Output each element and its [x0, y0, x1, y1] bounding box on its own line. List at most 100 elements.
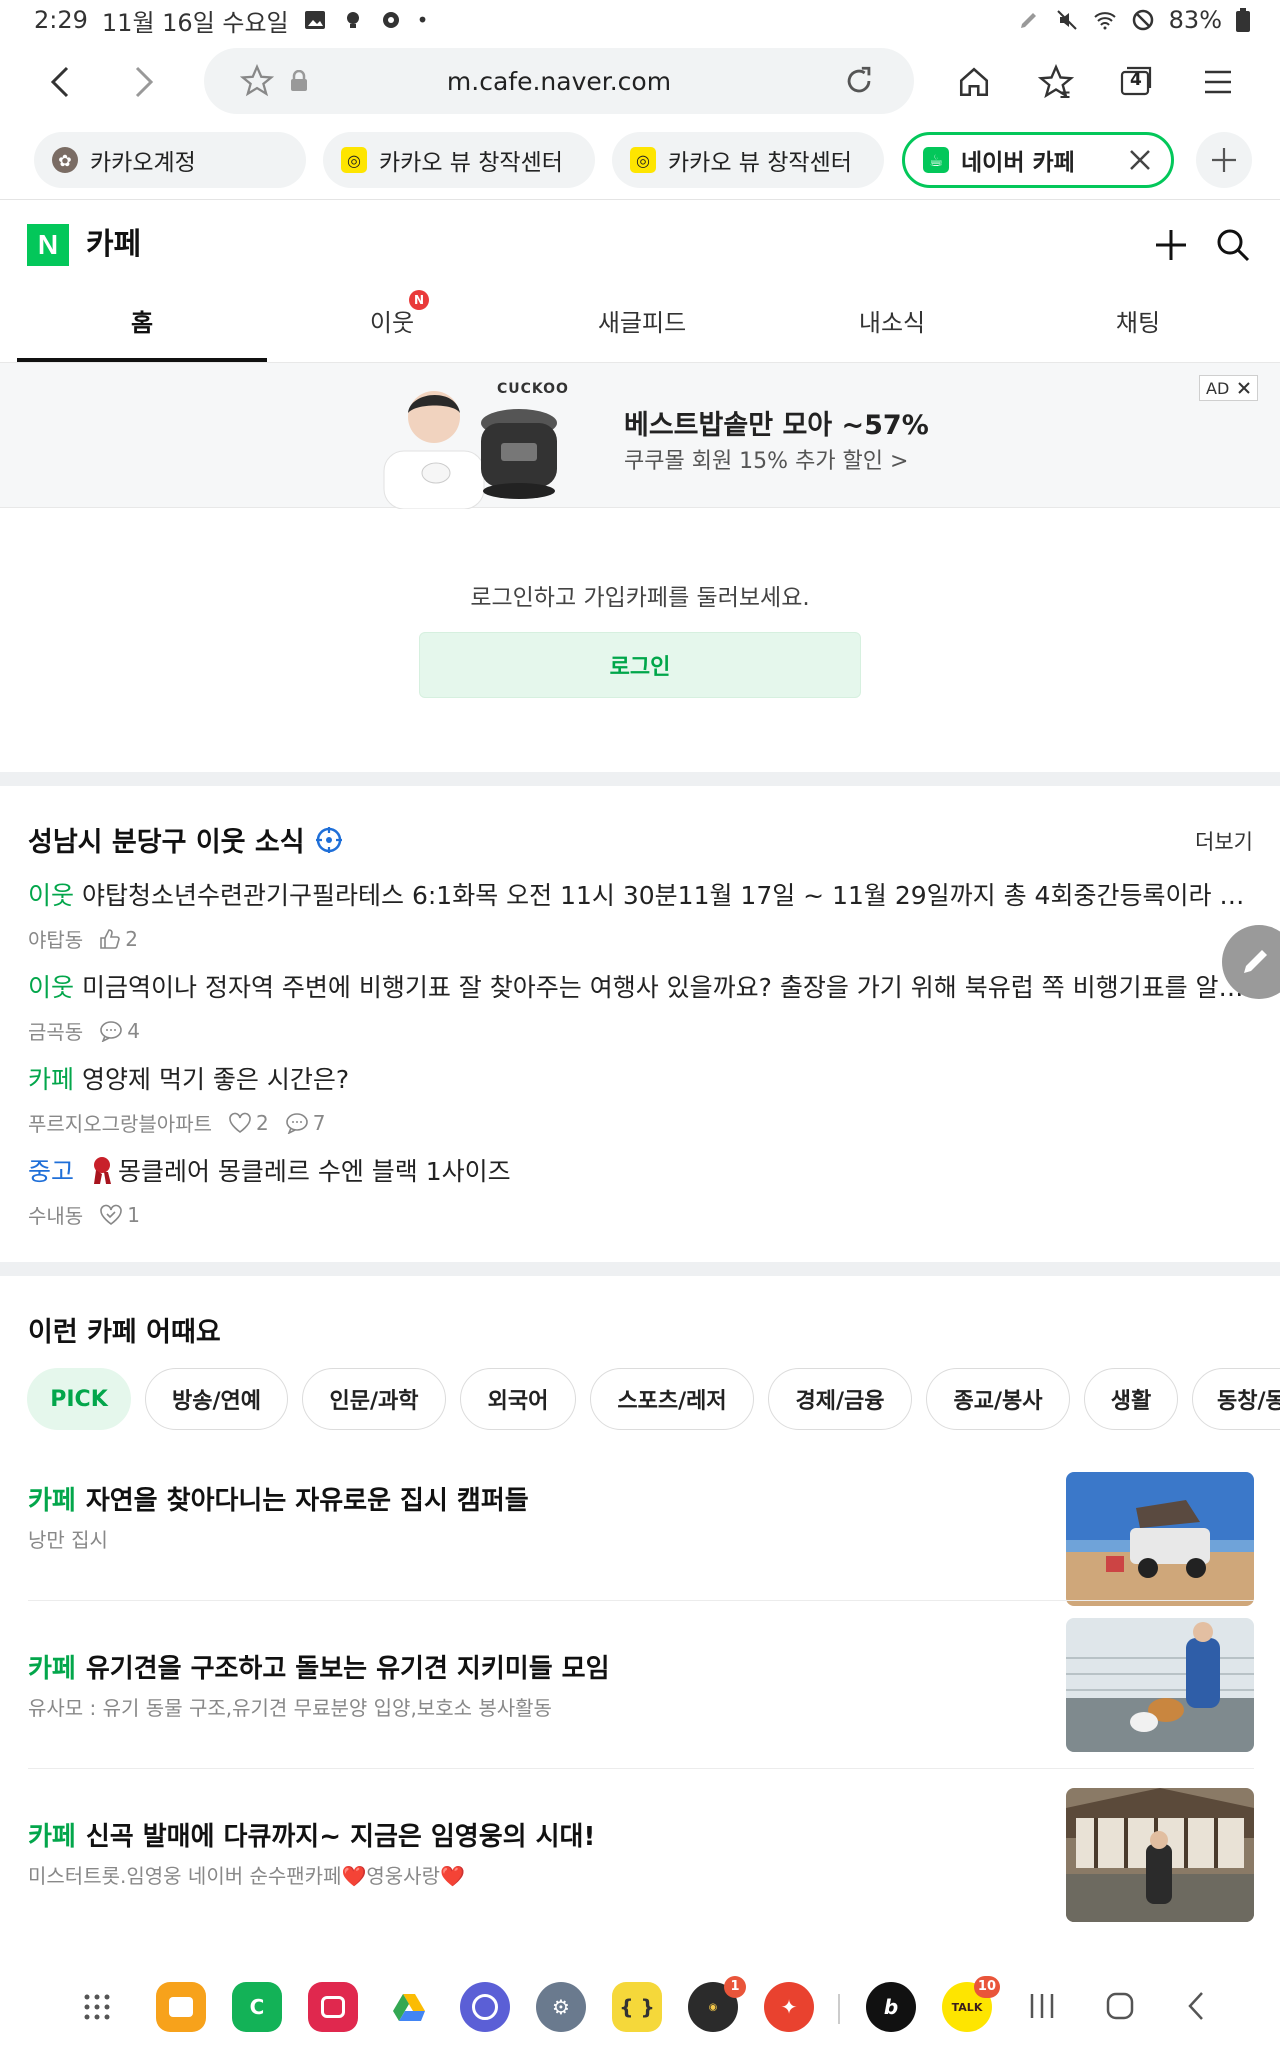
chip-broadcast[interactable]: 방송/연예: [145, 1368, 288, 1430]
kakao-center-app-icon[interactable]: ◉ 1: [688, 1976, 746, 2032]
cafe-tag: 카페: [28, 1822, 76, 1852]
chip-religion[interactable]: 종교/봉사: [926, 1368, 1070, 1430]
more-link[interactable]: 더보기: [1195, 826, 1253, 856]
section-separator: [0, 1262, 1280, 1276]
news-place: 금곡동: [28, 1020, 84, 1044]
chip-economy[interactable]: 경제/금융: [768, 1368, 912, 1430]
wifi-icon: [1093, 12, 1116, 30]
cafe-recommendation[interactable]: 카페 신곡 발매에 다큐까지~ 지금은 임영웅의 시대! 미스터트롯.임영웅 네이…: [0, 1788, 1280, 1976]
chip-humanities[interactable]: 인문/과학: [302, 1368, 446, 1430]
internet-app-icon[interactable]: [460, 1982, 510, 2032]
chip-foreign-language[interactable]: 외국어: [460, 1368, 576, 1430]
drive-app-icon[interactable]: [384, 1982, 434, 2032]
cafe-nav-tabs: 홈 이웃 N 새글피드 내소식 채팅: [0, 290, 1280, 362]
list-divider: [28, 1600, 1254, 1601]
tab-new-feed[interactable]: 새글피드: [517, 290, 767, 362]
ad-badge[interactable]: AD: [1199, 375, 1259, 401]
news-tag: 이웃: [28, 881, 75, 910]
settings-app-icon[interactable]: ⚙: [536, 1982, 586, 2032]
close-icon[interactable]: [1127, 147, 1153, 173]
search-button[interactable]: [1210, 222, 1256, 268]
news-place: 수내동: [28, 1204, 84, 1228]
news-item[interactable]: 이웃 야탑청소년수련관기구필라테스 6:1화목 오전 11시 30분11월 17일…: [28, 876, 1248, 953]
menu-button[interactable]: [1192, 56, 1244, 108]
ad-banner[interactable]: CUCKOO 베스트밥솥만 모아 ~57% 쿠쿠몰 회원 15% 추가 할인 >…: [0, 362, 1280, 509]
chip-pick[interactable]: PICK: [27, 1368, 131, 1430]
cafe-title: 유기견을 구조하고 돌보는 유기견 지키미들 모임: [85, 1654, 610, 1684]
home-square-icon: [1106, 1992, 1134, 2020]
neighbor-section-title: 성남시 분당구 이웃 소식: [28, 820, 343, 859]
bookmarks-star-icon: [1038, 64, 1074, 99]
cafe-thumbnail[interactable]: [1066, 1788, 1254, 1922]
tab-my-news[interactable]: 내소식: [767, 290, 1017, 362]
camera-app-icon[interactable]: [308, 1982, 358, 2032]
browser-tab-kakao-view-2[interactable]: ◎ 카카오 뷰 창작센터: [612, 132, 884, 188]
notification-badge: 10: [973, 1976, 1000, 1998]
create-button[interactable]: [1148, 222, 1194, 268]
tab-manager-button[interactable]: 4: [1110, 56, 1162, 108]
dock-divider: [838, 1994, 840, 2024]
browser-tab-kakao-account[interactable]: ✿ 카카오계정: [34, 132, 306, 188]
tab-neighbor[interactable]: 이웃 N: [267, 290, 517, 362]
chip-alumni[interactable]: 동창/동: [1192, 1368, 1280, 1430]
reload-icon[interactable]: [842, 64, 876, 98]
cafe-thumbnail[interactable]: [1066, 1472, 1254, 1606]
tab-label: 네이버 카페: [961, 150, 1075, 176]
kakaotalk-label: TALK: [951, 2000, 983, 2014]
brunch-app-icon[interactable]: b: [866, 1982, 916, 2032]
login-button[interactable]: 로그인: [419, 632, 861, 698]
naver-logo[interactable]: N: [27, 224, 69, 266]
back-button[interactable]: [34, 56, 86, 108]
notification-badge: 1: [724, 1976, 746, 1998]
tab-chat[interactable]: 채팅: [1013, 290, 1263, 362]
cafe-title: 신곡 발매에 다큐까지~ 지금은 임영웅의 시대!: [85, 1822, 596, 1852]
forward-button[interactable]: [118, 56, 170, 108]
apps-grid-icon[interactable]: [72, 1982, 122, 2032]
news-text: 미금역이나 정자역 주변에 비행기표 잘 찾아주는 여행사 있을까요? 출장을 …: [82, 973, 1248, 1002]
dog-shelter-photo: [1066, 1618, 1254, 1752]
like-count: 2: [125, 926, 138, 951]
bookmarks-button[interactable]: [1030, 56, 1082, 108]
browser-tab-naver-cafe[interactable]: ☕ 네이버 카페: [902, 132, 1174, 188]
kakaotalk-app-icon[interactable]: TALK 10: [942, 1976, 1000, 2032]
naver-cafe-favicon: ☕: [923, 147, 949, 173]
notes-app-icon[interactable]: [156, 1982, 206, 2032]
tab-label: 내소식: [858, 309, 926, 337]
location-target-icon[interactable]: [315, 826, 343, 854]
ad-brand: CUCKOO: [497, 381, 569, 397]
home-nav-button[interactable]: [1104, 1990, 1136, 2026]
cafe-recommendation[interactable]: 카페 유기견을 구조하고 돌보는 유기견 지키미들 모임 유사모 : 유기 동물 …: [0, 1618, 1280, 1808]
news-item[interactable]: 카페 영양제 먹기 좋은 시간은? 푸르지오그랑블아파트 2 7: [28, 1060, 1248, 1137]
battery-icon: [1236, 8, 1250, 32]
kakao-account-favicon: ✿: [52, 147, 78, 173]
gift-app-icon[interactable]: ✦: [764, 1982, 814, 2032]
tab-label: 새글피드: [597, 309, 687, 337]
news-text: 몽클레어 몽클레르 수엔 블랙 1사이즈: [117, 1157, 511, 1186]
clock: 2:29: [34, 6, 88, 34]
cafe-c-app-icon[interactable]: C: [232, 1982, 282, 2032]
news-item[interactable]: 중고 몽클레어 몽클레르 수엔 블랙 1사이즈 수내동 1: [28, 1152, 1248, 1229]
new-badge: N: [409, 290, 429, 310]
address-bar[interactable]: m.cafe.naver.com: [204, 48, 914, 114]
page-title[interactable]: 카페: [86, 224, 141, 266]
cafe-thumbnail[interactable]: [1066, 1618, 1254, 1752]
tab-home[interactable]: 홈: [17, 290, 267, 362]
ad-title: 베스트밥솥만 모아 ~57%: [624, 410, 929, 441]
cafe-recommendation[interactable]: 카페 자연을 찾아다니는 자유로운 집시 캠퍼들 낭만 집시: [0, 1472, 1280, 1640]
browser-tab-kakao-view-1[interactable]: ◎ 카카오 뷰 창작센터: [323, 132, 595, 188]
block-icon: [1132, 9, 1153, 31]
system-back-button[interactable]: [1184, 1990, 1208, 2026]
chip-sports[interactable]: 스포츠/레저: [590, 1368, 754, 1430]
home-button[interactable]: [948, 56, 1000, 108]
rice-cooker-illustration: [481, 409, 557, 499]
tab-label: 카카오 뷰 창작센터: [379, 150, 563, 176]
chip-life[interactable]: 생활: [1084, 1368, 1178, 1430]
heart-count: 1: [127, 1202, 140, 1227]
code-app-icon[interactable]: { }: [612, 1982, 662, 2032]
new-tab-button[interactable]: [1196, 132, 1252, 188]
recents-button[interactable]: [1026, 1990, 1058, 2026]
comment-icon: [285, 1112, 308, 1134]
news-item[interactable]: 이웃 미금역이나 정자역 주변에 비행기표 잘 찾아주는 여행사 있을까요? 출장…: [28, 968, 1248, 1045]
close-icon[interactable]: [1237, 381, 1251, 395]
camping-car-photo: [1066, 1472, 1254, 1606]
